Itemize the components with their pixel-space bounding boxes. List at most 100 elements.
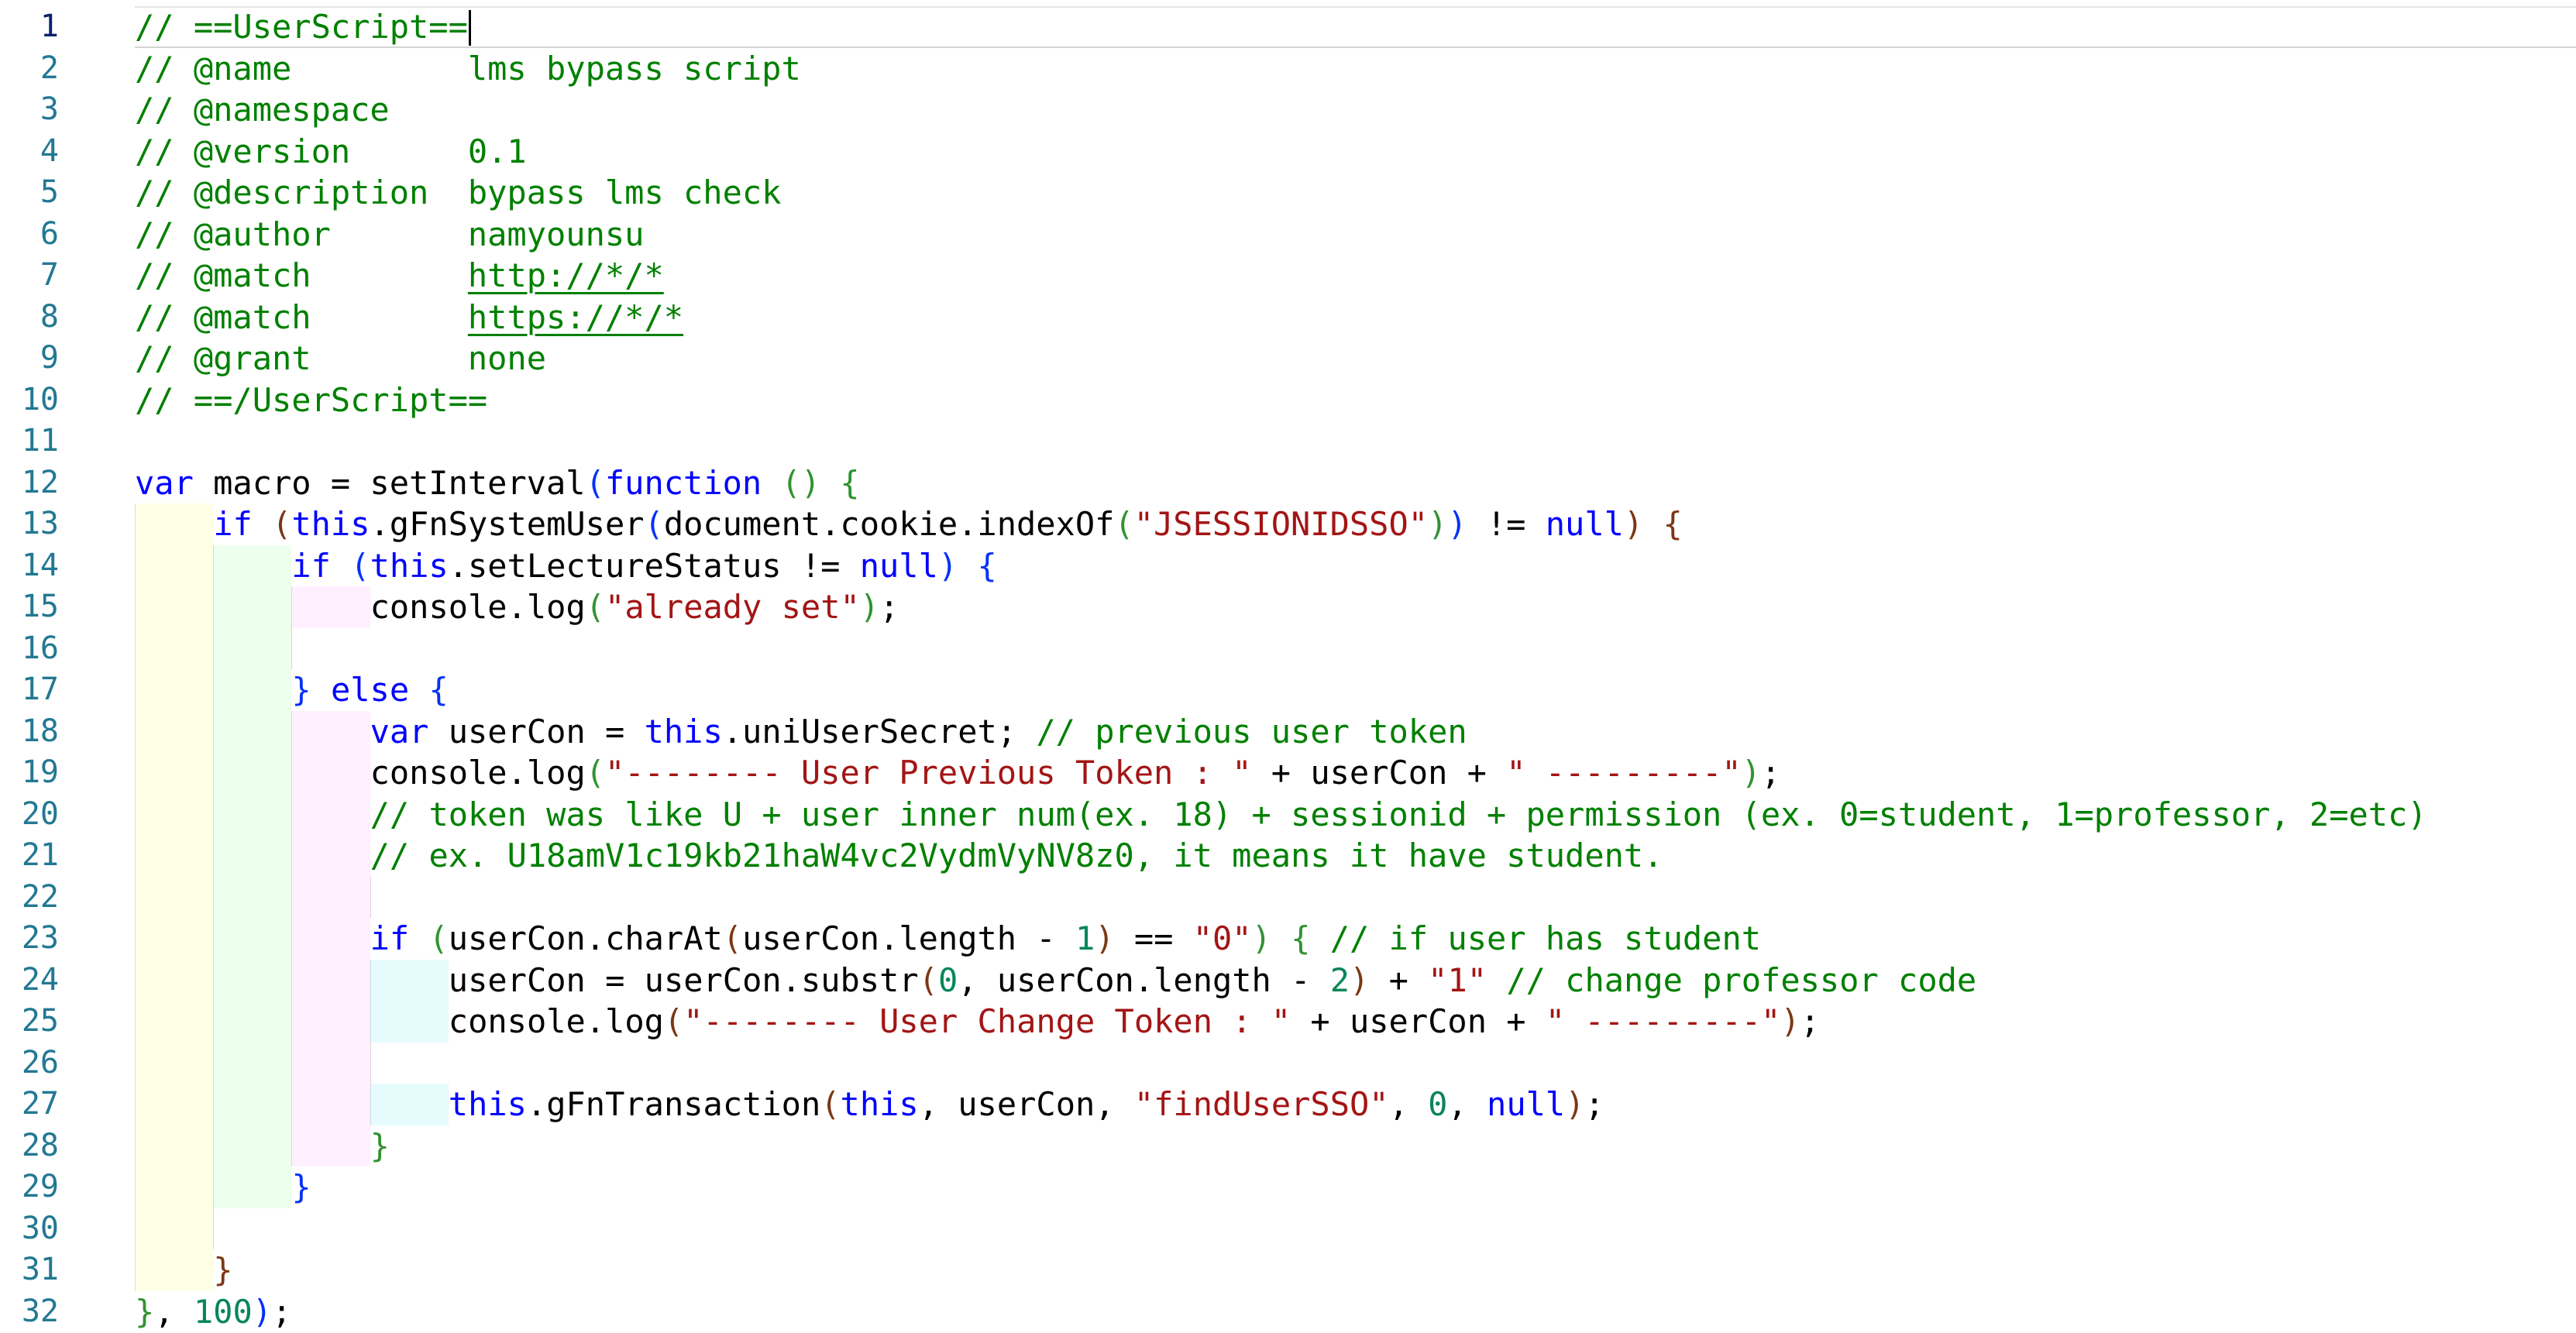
comment-token: // @author namyounsu [135,215,644,253]
indent-guide [213,1208,214,1250]
line-body: // ex. U18amV1c19kb21haW4vc2VydmVyNV8z0,… [135,835,2576,877]
keyword-token: var [370,713,429,751]
url-link[interactable]: http://*/* [468,256,664,294]
comment-token: // @grant none [135,339,546,377]
line-number: 1 [0,6,67,48]
code-token: + [1369,961,1428,999]
code-line[interactable]: 18var userCon = this.uniUserSecret; // p… [0,711,2576,753]
indent-guide [213,628,291,670]
code-token [958,547,977,585]
code-token: } [135,1293,154,1331]
code-line[interactable]: 10// ==/UserScript== [0,380,2576,421]
line-body: console.log("-------- User Change Token … [135,1001,2576,1043]
code-line[interactable]: 1 // ==UserScript== [0,6,2576,48]
code-line[interactable]: 6 // @author namyounsu [0,214,2576,256]
line-number: 27 [0,1084,67,1125]
code-line[interactable]: 12var macro = setInterval(function () { [0,462,2576,504]
code-line[interactable]: 4// @version 0.1 [0,131,2576,173]
comment-token: // ==/UserScript== [135,381,487,419]
keyword-token: else [331,671,409,709]
code-text: // ==UserScript== [135,6,2576,48]
keyword-token: null [1487,1085,1565,1123]
code-token: ) [1350,961,1369,999]
code-line[interactable]: 20// token was like U + user inner num(e… [0,794,2576,836]
code-line[interactable]: 26 [0,1043,2576,1084]
line-body: var macro = setInterval(function () { [135,462,2576,504]
code-token: + userCon + [1252,754,1507,792]
code-token: ) [1095,919,1114,957]
code-line[interactable]: 21// ex. U18amV1c19kb21haW4vc2VydmVyNV8z… [0,835,2576,877]
code-line[interactable]: 23if (userCon.charAt(userCon.length - 1)… [0,918,2576,960]
code-token: ( [664,1002,683,1040]
line-body [135,1208,2576,1250]
indent-guide [291,1043,370,1084]
line-body: userCon = userCon.substr(0, userCon.leng… [135,960,2576,1001]
indent-guide [135,628,213,670]
string-token: " ---------" [1546,1002,1780,1040]
line-body [135,877,2576,919]
line-number: 23 [0,918,67,960]
code-line[interactable]: 3// @namespace [0,89,2576,131]
code-text: var macro = setInterval(function () { [135,462,2576,504]
keyword-token: if [291,547,331,585]
line-body: // @match http://*/* [135,255,2576,297]
line-number: 6 [0,214,67,256]
line-body: console.log("-------- User Previous Toke… [135,752,2576,794]
keyword-token: function [605,464,762,502]
line-number: 2 [0,48,67,90]
string-token: "findUserSSO" [1134,1085,1389,1123]
code-token: ) [938,547,958,585]
code-line[interactable]: 15console.log("already set"); [0,586,2576,628]
comment-token: // @match [135,298,468,336]
line-body: // ==UserScript== [135,6,2576,48]
code-line[interactable]: 8// @match https://*/* [0,297,2576,338]
code-token [331,547,350,585]
code-editor[interactable]: 1 // ==UserScript==2// @name lms bypass s… [0,0,2576,1332]
code-line[interactable]: 28} [0,1125,2576,1167]
code-line[interactable]: 24 userCon = userCon.substr(0, userCon.le… [0,960,2576,1001]
code-text: if (this.gFnSystemUser(document.cookie.i… [135,503,2576,545]
line-number: 15 [0,586,67,628]
code-line[interactable]: 17} else { [0,669,2576,711]
code-line[interactable]: 7// @match http://*/* [0,255,2576,297]
code-line[interactable]: 11 [0,421,2576,462]
code-line[interactable]: 14if (this.setLectureStatus != null) { [0,545,2576,587]
line-number: 24 [0,960,67,1001]
code-line[interactable]: 31} [0,1249,2576,1291]
code-line[interactable]: 27this.gFnTransaction(this, userCon, "fi… [0,1084,2576,1125]
line-body: // ==/UserScript== [135,380,2576,421]
indent-guide [291,628,292,670]
url-link[interactable]: https://*/* [468,298,683,336]
code-line[interactable]: 25console.log("-------- User Change Toke… [0,1001,2576,1043]
code-line[interactable]: 13if (this.gFnSystemUser(document.cookie… [0,503,2576,545]
code-token: { [977,547,996,585]
code-line[interactable]: 30 [0,1208,2576,1250]
code-line[interactable]: 29} [0,1166,2576,1208]
code-token: ( [645,505,664,543]
line-number: 9 [0,338,67,380]
code-token [409,919,428,957]
keyword-token: this [841,1085,919,1123]
code-token: document.cookie.indexOf [664,505,1115,543]
code-line[interactable]: 5// @description bypass lms check [0,172,2576,214]
string-token: "already set" [605,588,860,626]
code-token: .setLectureStatus != [449,547,860,585]
comment-token: // previous user token [1036,713,1467,751]
line-number: 22 [0,877,67,919]
code-token: ; [879,588,899,626]
code-line[interactable]: 9 // @grant none [0,338,2576,380]
code-line[interactable]: 16 [0,628,2576,670]
code-line[interactable]: 22 [0,877,2576,919]
keyword-token: if [213,505,253,543]
code-line[interactable]: 32}, 100); [0,1291,2576,1333]
code-token: ( [428,919,448,957]
code-token: ; [272,1293,291,1331]
code-token: ( [350,547,370,585]
code-token: { [1291,919,1310,957]
code-text: } [135,1166,2576,1208]
code-line[interactable]: 2// @name lms bypass script [0,48,2576,90]
keyword-token: null [1546,505,1624,543]
code-line[interactable]: 19console.log("-------- User Previous To… [0,752,2576,794]
code-token: 1 [1075,919,1095,957]
code-text: // ==/UserScript== [135,380,2576,421]
